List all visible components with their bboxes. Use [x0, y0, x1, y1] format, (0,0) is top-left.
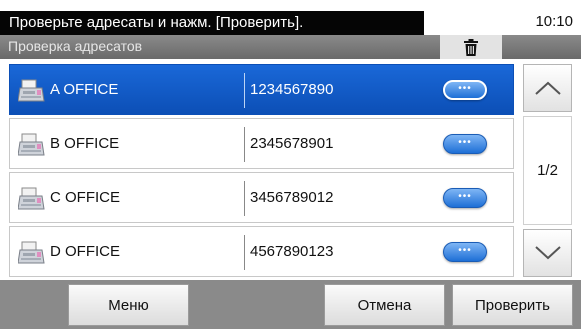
footer-bar: Меню Отмена Проверить — [0, 280, 581, 329]
clock: 10:10 — [535, 13, 573, 30]
column-divider — [244, 73, 245, 108]
destination-number: 3456789012 — [250, 189, 334, 206]
confirm-button[interactable]: Проверить — [452, 284, 573, 326]
chevron-up-icon — [534, 81, 561, 95]
column-divider — [244, 127, 245, 162]
more-icon: ••• — [458, 191, 472, 202]
fax-icon — [18, 241, 45, 264]
destination-row-a[interactable]: A OFFICE 1234567890 ••• — [9, 64, 514, 115]
instruction-message: Проверьте адресаты и нажм. [Проверить]. — [0, 11, 424, 35]
detail-button[interactable]: ••• — [443, 134, 487, 154]
destination-number: 4567890123 — [250, 243, 334, 260]
scroll-down-button[interactable] — [523, 229, 572, 277]
detail-button[interactable]: ••• — [443, 242, 487, 262]
more-icon: ••• — [458, 137, 472, 148]
destination-name: D OFFICE — [50, 243, 120, 260]
destination-row-b[interactable]: B OFFICE 2345678901 ••• — [9, 118, 514, 169]
fax-icon — [18, 79, 45, 102]
column-divider — [244, 181, 245, 216]
destination-row-d[interactable]: D OFFICE 4567890123 ••• — [9, 226, 514, 277]
detail-button[interactable]: ••• — [443, 188, 487, 208]
detail-button[interactable]: ••• — [443, 80, 487, 100]
more-icon: ••• — [458, 83, 472, 94]
destination-number: 2345678901 — [250, 135, 334, 152]
delete-button[interactable] — [440, 35, 502, 59]
destination-name: A OFFICE — [50, 81, 119, 98]
fax-icon — [18, 187, 45, 210]
screen-header: Проверка адресатов — [0, 35, 581, 59]
status-bar: Проверьте адресаты и нажм. [Проверить]. … — [0, 0, 581, 35]
trash-icon — [464, 38, 478, 56]
destination-name: B OFFICE — [50, 135, 120, 152]
chevron-down-icon — [534, 246, 561, 260]
destination-row-c[interactable]: C OFFICE 3456789012 ••• — [9, 172, 514, 223]
scroll-up-button[interactable] — [523, 64, 572, 112]
column-divider — [244, 235, 245, 270]
fax-icon — [18, 133, 45, 156]
destination-number: 1234567890 — [250, 81, 334, 98]
list-scroller: 1/2 — [523, 64, 572, 277]
menu-button[interactable]: Меню — [68, 284, 189, 326]
page-indicator: 1/2 — [523, 116, 572, 225]
cancel-button[interactable]: Отмена — [324, 284, 445, 326]
more-icon: ••• — [458, 245, 472, 256]
destination-name: C OFFICE — [50, 189, 120, 206]
screen-title: Проверка адресатов — [8, 38, 143, 54]
